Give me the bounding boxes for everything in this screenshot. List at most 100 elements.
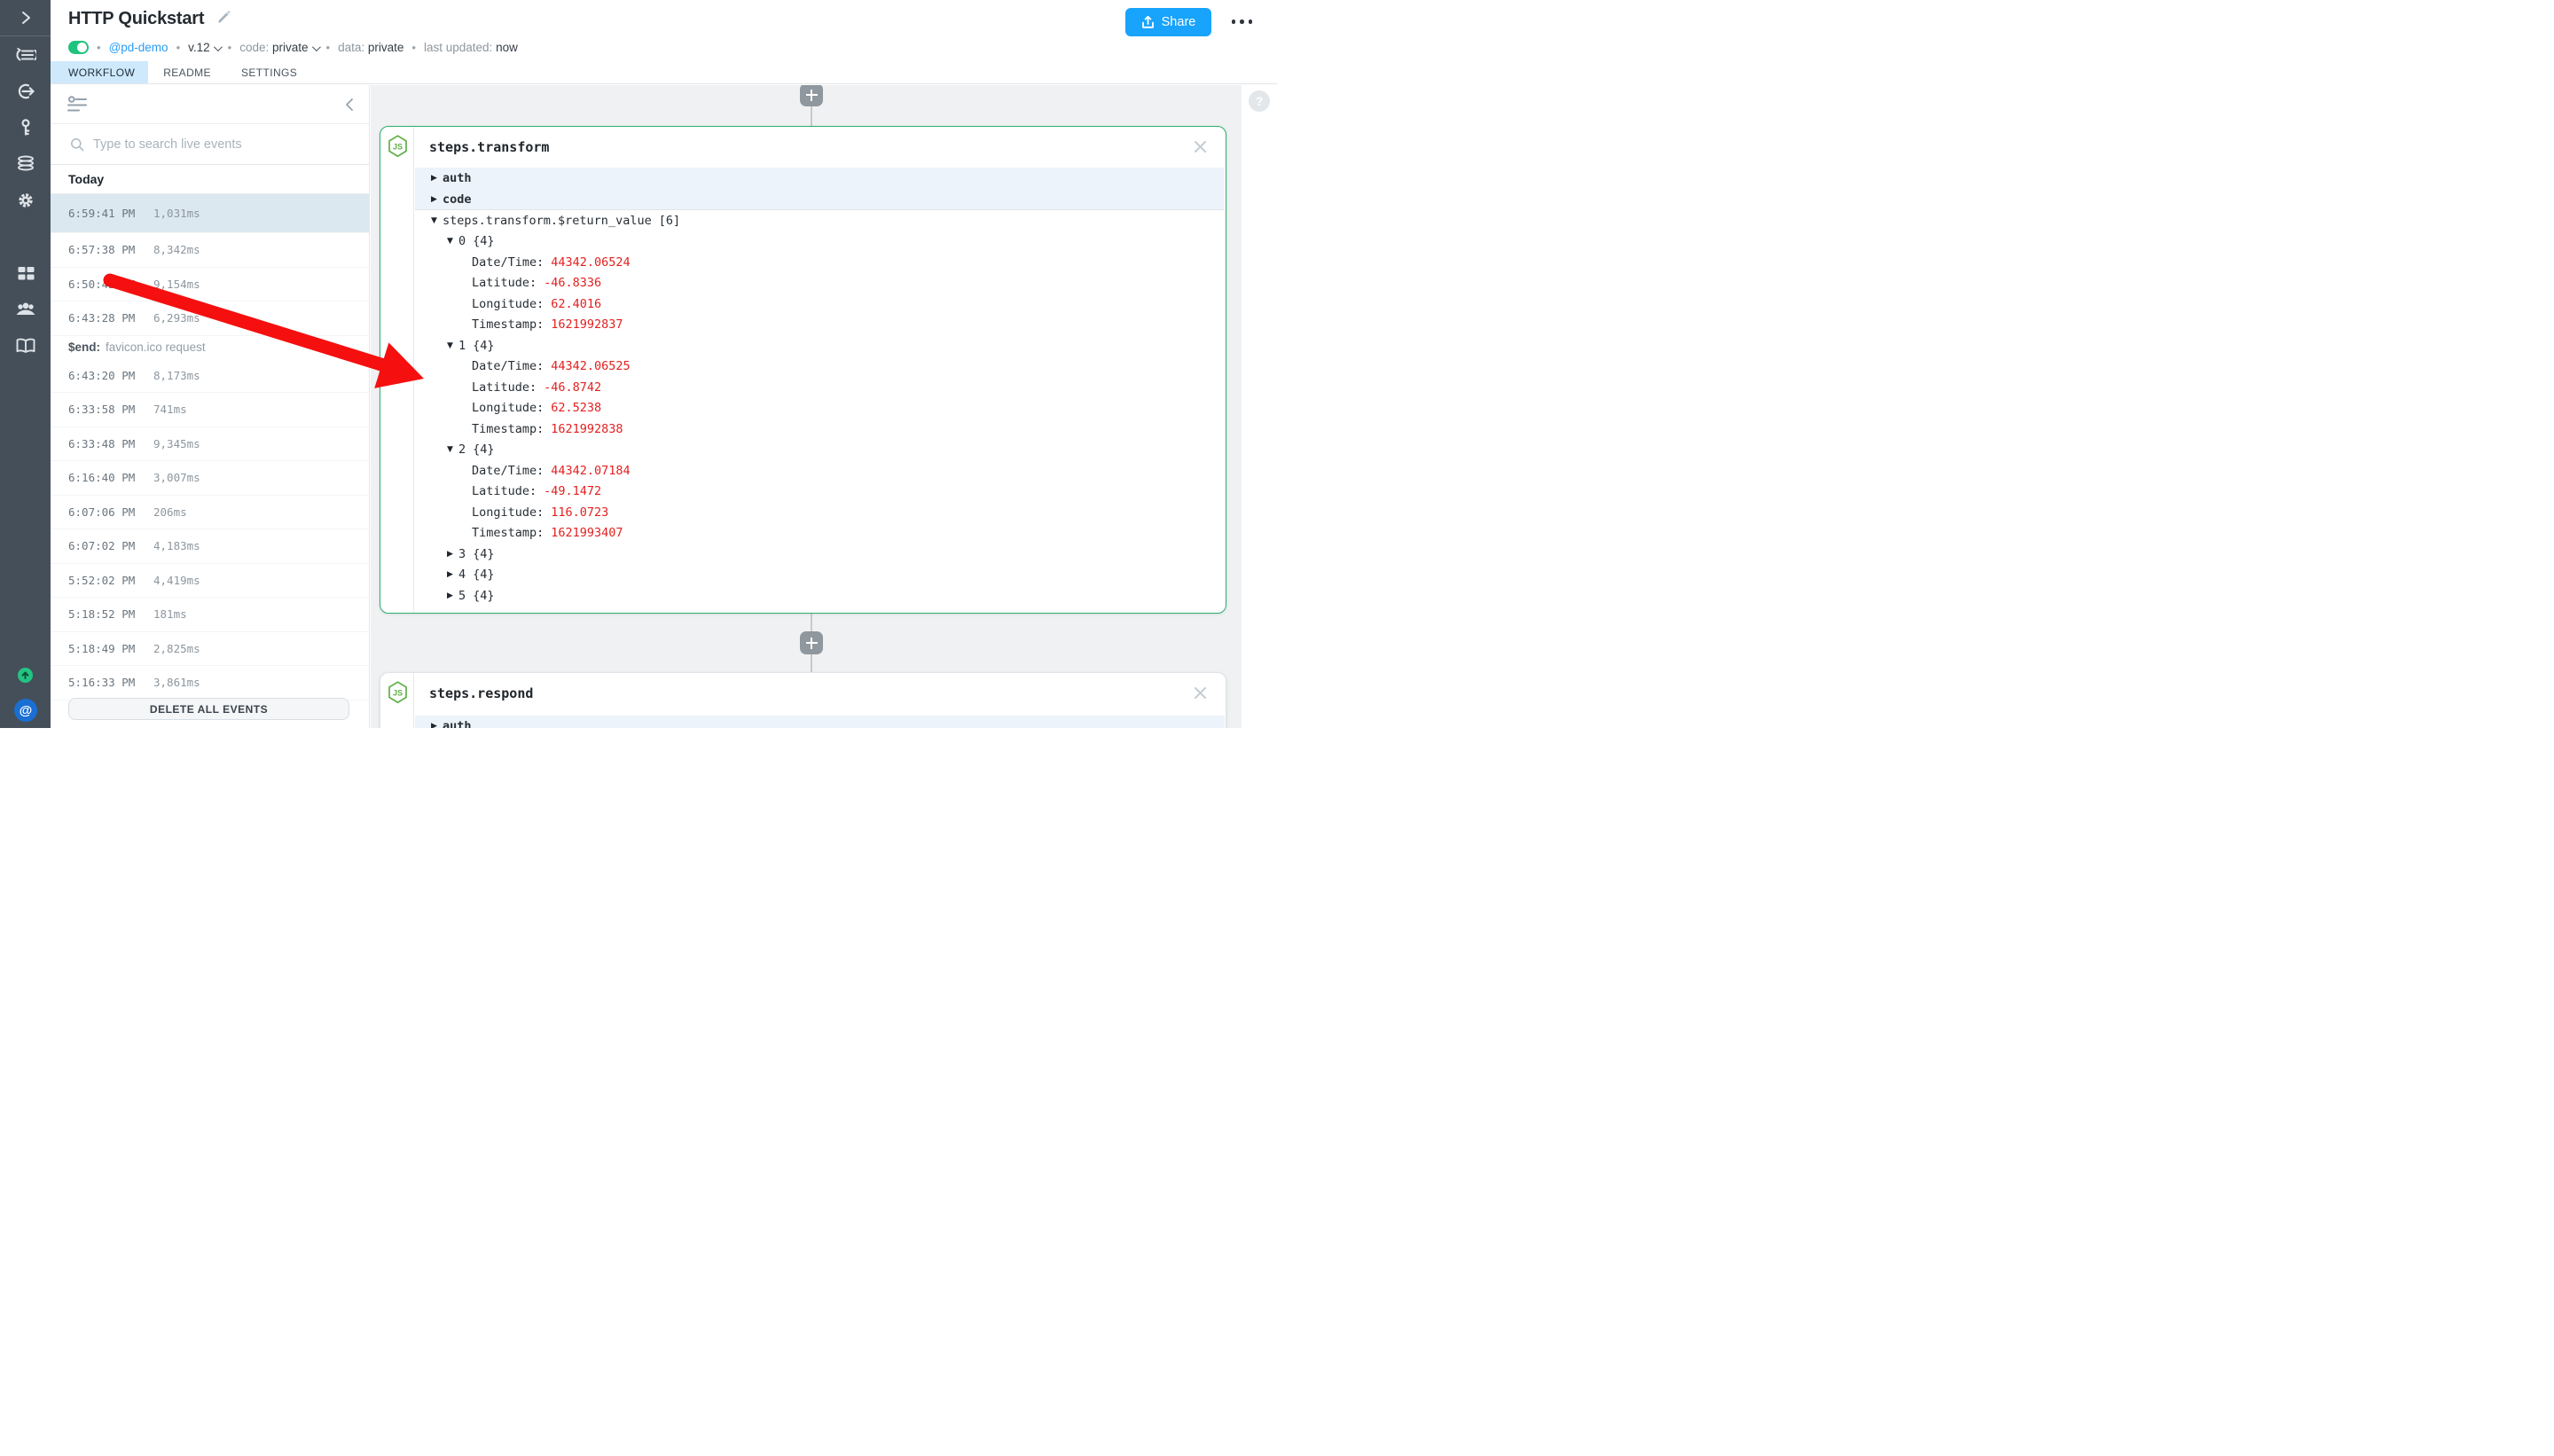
data-visibility: data: private xyxy=(338,41,403,54)
step-icon-column: JS xyxy=(380,127,414,613)
event-list-item[interactable]: 6:33:58 PM741ms xyxy=(51,393,369,427)
tree-expandable-row[interactable]: ▼1{4} xyxy=(415,335,1225,356)
tree-expandable-row[interactable]: ▶4{4} xyxy=(415,565,1225,586)
more-options-button[interactable] xyxy=(1230,12,1255,31)
share-upload-icon xyxy=(1141,15,1155,29)
tree-key-value-row: Latitude:-46.8742 xyxy=(415,377,1225,398)
edit-title-pencil-icon[interactable] xyxy=(216,9,232,29)
community-people-icon[interactable] xyxy=(0,299,51,320)
tree-expandable-row[interactable]: ▶3{4} xyxy=(415,544,1225,565)
code-visibility-dropdown[interactable]: code: private xyxy=(239,41,317,54)
deploy-toggle[interactable] xyxy=(68,41,89,54)
tree-expandable-row[interactable]: ▶5{4} xyxy=(415,585,1225,607)
event-search-row xyxy=(51,124,369,165)
event-sources-icon[interactable] xyxy=(0,81,51,102)
event-list-item[interactable]: 6:50:42 PM9,154ms xyxy=(51,268,369,302)
nodejs-icon: JS xyxy=(388,681,408,708)
events-section-header: Today xyxy=(51,165,369,194)
triangle-collapsed-icon[interactable]: ▶ xyxy=(431,174,443,183)
add-step-button-top[interactable] xyxy=(800,85,823,106)
delete-all-events-button[interactable]: DELETE ALL EVENTS xyxy=(68,698,349,720)
svg-text:@: @ xyxy=(19,703,32,718)
tree-expandable-row[interactable]: ▼0{4} xyxy=(415,231,1225,253)
tree-expandable-row[interactable]: ▶auth xyxy=(415,716,1225,728)
tree-key-value-row: Latitude:-46.8336 xyxy=(415,273,1225,294)
workflows-icon[interactable] xyxy=(0,44,51,66)
page-title: HTTP Quickstart xyxy=(68,9,204,29)
tree-expandable-row[interactable]: ▶code xyxy=(415,189,1225,210)
triangle-collapsed-icon[interactable]: ▶ xyxy=(447,550,458,559)
triangle-collapsed-icon[interactable]: ▶ xyxy=(431,195,443,204)
step-title: steps.respond xyxy=(429,673,533,713)
step-card-respond: JS steps.respond ▶auth xyxy=(380,672,1226,728)
tree-key-value-row: Date/Time:44342.06525 xyxy=(415,356,1225,378)
database-icon[interactable] xyxy=(0,153,51,175)
filter-events-icon[interactable] xyxy=(67,96,87,117)
tree-expandable-row[interactable]: ▶auth xyxy=(415,168,1225,189)
event-list-item[interactable]: 5:18:52 PM181ms xyxy=(51,598,369,632)
step-icon-column: JS xyxy=(380,673,414,728)
event-list-item[interactable]: 5:18:49 PM2,825ms xyxy=(51,632,369,667)
triangle-expanded-icon[interactable]: ▼ xyxy=(447,237,458,246)
collapse-panel-icon[interactable] xyxy=(344,98,355,116)
tree-key-value-row: Timestamp:1621993407 xyxy=(415,523,1225,544)
upgrade-icon[interactable] xyxy=(0,668,51,683)
step-result-tree: ▶auth▶code▼steps.transform.$return_value… xyxy=(415,168,1225,612)
tree-key-value-row: Date/Time:44342.06524 xyxy=(415,252,1225,273)
close-step-icon[interactable] xyxy=(1190,683,1210,702)
workflow-header: HTTP Quickstart • @pd-demo • v.12 • code… xyxy=(51,0,1277,84)
event-list-item[interactable]: 6:43:20 PM8,173ms xyxy=(51,359,369,394)
triangle-collapsed-icon[interactable]: ▶ xyxy=(447,570,458,579)
apps-grid-icon[interactable] xyxy=(0,262,51,284)
search-input[interactable] xyxy=(93,137,369,152)
tree-key-value-row: Timestamp:1621992837 xyxy=(415,315,1225,336)
triangle-expanded-icon[interactable]: ▼ xyxy=(447,445,458,454)
event-list-item[interactable]: 6:43:28 PM6,293ms xyxy=(51,301,369,336)
app-sidebar: @ xyxy=(0,0,51,728)
add-step-button-middle[interactable] xyxy=(800,631,823,654)
docs-book-icon[interactable] xyxy=(0,335,51,356)
event-list-item[interactable]: 6:07:06 PM206ms xyxy=(51,496,369,530)
chevron-down-icon xyxy=(311,43,320,51)
tree-expandable-row[interactable]: ▼steps.transform.$return_value[6] xyxy=(415,210,1225,231)
svg-text:JS: JS xyxy=(393,689,403,698)
event-list-item[interactable]: 6:57:38 PM8,342ms xyxy=(51,233,369,268)
event-list-item[interactable]: 5:16:33 PM3,861ms xyxy=(51,666,369,701)
tab-readme[interactable]: README xyxy=(148,61,226,83)
help-rail: ? xyxy=(1242,85,1277,728)
settings-gear-icon[interactable] xyxy=(0,190,51,211)
event-list-item[interactable]: 6:16:40 PM3,007ms xyxy=(51,461,369,496)
close-step-icon[interactable] xyxy=(1190,137,1210,156)
step-result-tree: ▶auth xyxy=(415,716,1225,728)
nodejs-icon: JS xyxy=(388,135,408,162)
tree-expandable-row[interactable]: ▼2{4} xyxy=(415,440,1225,461)
last-updated: last updated: now xyxy=(424,41,518,54)
tree-key-value-row: Date/Time:44342.07184 xyxy=(415,460,1225,481)
step-card-transform: JS steps.transform ▶auth▶code▼steps.tran… xyxy=(380,126,1226,614)
tab-workflow[interactable]: WORKFLOW xyxy=(51,61,148,83)
event-list-item[interactable]: 6:33:48 PM9,345ms xyxy=(51,427,369,462)
tree-key-value-row: Longitude:62.5238 xyxy=(415,398,1225,419)
event-list-item[interactable]: 6:07:02 PM4,183ms xyxy=(51,529,369,564)
workflow-tabs: WORKFLOWREADMESETTINGS xyxy=(51,61,312,83)
expand-sidebar-icon[interactable] xyxy=(0,9,51,27)
version-dropdown[interactable]: v.12 xyxy=(188,41,220,54)
event-list-item[interactable]: 5:52:02 PM4,419ms xyxy=(51,564,369,599)
key-icon[interactable] xyxy=(0,117,51,138)
triangle-collapsed-icon[interactable]: ▶ xyxy=(447,591,458,600)
sidebar-divider xyxy=(0,35,51,36)
event-list: 6:59:41 PM1,031ms6:57:38 PM8,342ms6:50:4… xyxy=(51,194,369,701)
triangle-collapsed-icon[interactable]: ▶ xyxy=(431,722,443,729)
tree-key-value-row: Latitude:-49.1472 xyxy=(415,481,1225,503)
workflow-canvas: JS steps.transform ▶auth▶code▼steps.tran… xyxy=(371,85,1242,728)
tree-key-value-row: Longitude:62.4016 xyxy=(415,294,1225,315)
account-avatar[interactable]: @ xyxy=(0,699,51,722)
chevron-down-icon xyxy=(214,43,223,51)
triangle-expanded-icon[interactable]: ▼ xyxy=(431,216,443,225)
tab-settings[interactable]: SETTINGS xyxy=(226,61,312,83)
triangle-expanded-icon[interactable]: ▼ xyxy=(447,341,458,350)
workspace-link[interactable]: @pd-demo xyxy=(109,41,168,54)
event-list-item[interactable]: 6:59:41 PM1,031ms xyxy=(51,194,369,233)
help-button[interactable]: ? xyxy=(1249,90,1270,112)
share-button[interactable]: Share xyxy=(1125,8,1211,36)
